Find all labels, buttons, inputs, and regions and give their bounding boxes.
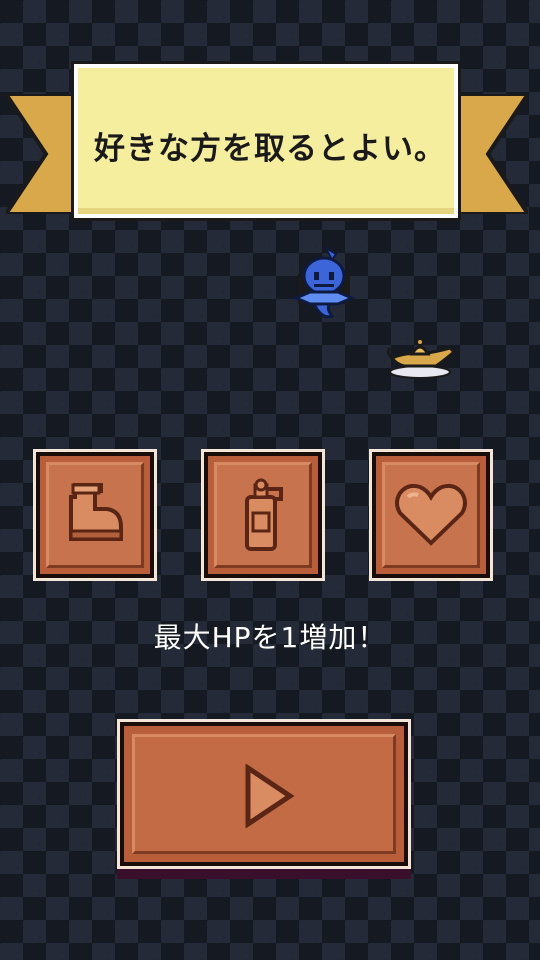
fire-extinguisher-icon: [245, 478, 283, 551]
banner-message: 好きな方を取るとよい。: [94, 130, 446, 167]
title-banner: 好きな方を取るとよい。: [0, 60, 540, 230]
boot-icon: [69, 483, 123, 541]
play-triangle-icon: [245, 764, 295, 828]
item-card-heart[interactable]: [372, 452, 490, 578]
heart-icon: [395, 483, 467, 546]
item-card-boot[interactable]: [36, 452, 154, 578]
genie-character: [292, 246, 356, 319]
item-card-fire-extinguisher[interactable]: [204, 452, 322, 578]
item-description: 最大HPを1増加！: [153, 621, 387, 654]
magic-lamp-icon: [386, 338, 457, 379]
play-button[interactable]: [120, 722, 408, 866]
